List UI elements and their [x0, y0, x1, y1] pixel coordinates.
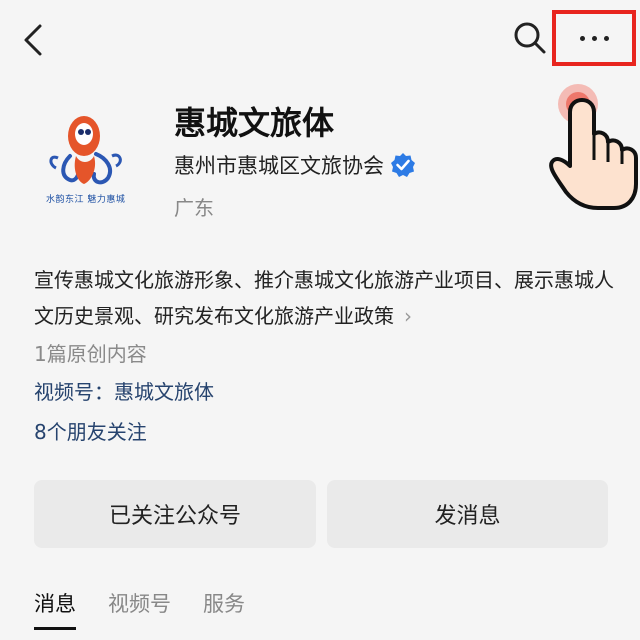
content-tabs: 消息 视频号 服务	[34, 588, 245, 630]
send-message-button[interactable]: 发消息	[327, 480, 608, 548]
search-icon	[514, 22, 546, 54]
pointing-hand-icon	[549, 84, 638, 210]
chevron-left-icon	[24, 24, 42, 56]
account-name: 惠城文旅体	[174, 104, 335, 142]
organization-row[interactable]: 惠州市惠城区文旅协会	[174, 150, 416, 180]
tab-services[interactable]: 服务	[203, 588, 245, 630]
tab-messages[interactable]: 消息	[34, 588, 76, 630]
original-content-count: 1篇原创内容	[34, 342, 147, 366]
logo-caption: 水韵东江 魅力惠城	[46, 195, 126, 205]
verified-badge-icon	[391, 153, 415, 177]
more-horizontal-icon	[579, 35, 609, 41]
account-description[interactable]: 宣传惠城文化旅游形象、推介惠城文化旅游产业项目、展示惠城人文历史景观、研究发布文…	[34, 262, 620, 334]
search-button[interactable]	[512, 20, 548, 56]
description-text: 宣传惠城文化旅游形象、推介惠城文化旅游产业项目、展示惠城人文历史景观、研究发布文…	[34, 268, 614, 328]
chevron-right-icon: ›	[404, 304, 412, 328]
friends-following-link[interactable]: 8个朋友关注	[34, 416, 147, 445]
back-button[interactable]	[18, 20, 50, 60]
more-options-button[interactable]	[552, 10, 636, 66]
organization-name: 惠州市惠城区文旅协会	[174, 154, 384, 178]
tab-video[interactable]: 视频号	[108, 588, 171, 630]
followed-button[interactable]: 已关注公众号	[34, 480, 316, 548]
region-label: 广东	[174, 196, 214, 220]
account-profile-page: 水韵东江 魅力惠城 惠城文旅体 惠州市惠城区文旅协会 广东 宣传惠城文化旅游形象…	[0, 0, 640, 640]
video-account-link[interactable]: 视频号：惠城文旅体	[34, 376, 214, 405]
